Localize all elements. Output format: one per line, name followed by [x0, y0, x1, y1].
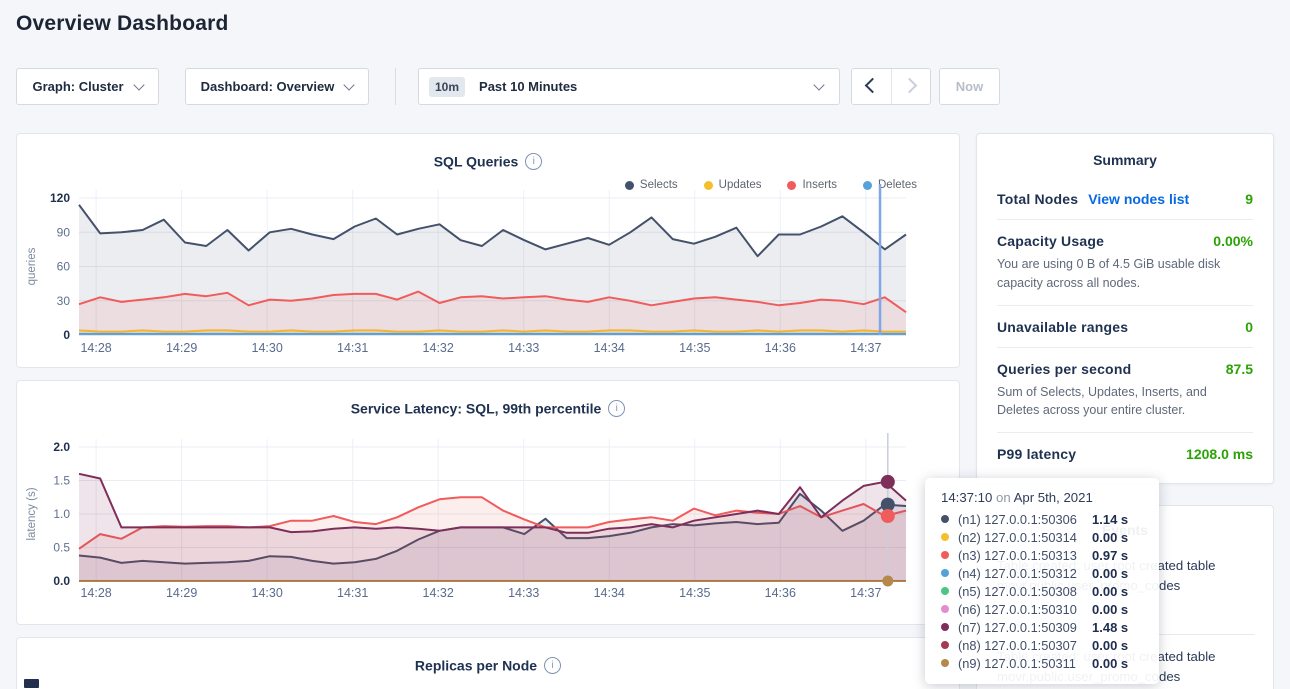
service-latency-card: Service Latency: SQL, 99th percentile 14…	[16, 380, 960, 625]
svg-text:14:33: 14:33	[508, 341, 539, 355]
svg-text:14:31: 14:31	[337, 586, 368, 600]
tooltip-row-n9: (n9) 127.0.0.1:503110.00 s	[941, 654, 1147, 672]
qps-description: Sum of Selects, Updates, Inserts, and De…	[997, 383, 1247, 421]
dashboard-dropdown-label: Dashboard: Overview	[201, 79, 335, 94]
now-button: Now	[939, 68, 1000, 105]
svg-text:1.5: 1.5	[53, 474, 70, 488]
time-window-badge: 10m	[429, 77, 465, 97]
svg-text:14:36: 14:36	[765, 586, 796, 600]
svg-text:90: 90	[57, 225, 71, 239]
svg-text:14:31: 14:31	[337, 341, 368, 355]
chart-hover-tooltip: 14:37:10 on Apr 5th, 2021 (n1) 127.0.0.1…	[925, 478, 1159, 684]
info-icon[interactable]	[608, 400, 625, 417]
svg-text:30: 30	[57, 294, 71, 308]
svg-text:14:34: 14:34	[594, 586, 625, 600]
controls-bar: Graph: Cluster Dashboard: Overview 10m P…	[0, 68, 1290, 105]
info-icon[interactable]	[525, 153, 542, 170]
svg-text:14:29: 14:29	[166, 341, 197, 355]
time-pager	[851, 68, 931, 105]
summary-row-unavailable-ranges: Unavailable ranges 0	[997, 305, 1253, 347]
summary-row-total-nodes: Total Nodes View nodes list 9	[997, 178, 1253, 219]
svg-text:14:37: 14:37	[850, 586, 881, 600]
sql-queries-card: SQL Queries Selects Updates Inserts Dele…	[16, 133, 960, 368]
svg-text:14:33: 14:33	[508, 586, 539, 600]
capacity-usage-value: 0.00%	[1213, 233, 1253, 249]
svg-text:60: 60	[57, 260, 71, 274]
time-range-dropdown[interactable]: 10m Past 10 Minutes	[418, 68, 840, 105]
tooltip-row-n1: (n1) 127.0.0.1:503061.14 s	[941, 510, 1147, 528]
svg-text:14:28: 14:28	[80, 586, 111, 600]
replicas-per-node-card: Replicas per Node	[16, 637, 960, 689]
overview-dashboard-page: Overview Dashboard Graph: Cluster Dashbo…	[0, 0, 1290, 689]
qps-value: 87.5	[1226, 361, 1253, 377]
summary-row-capacity: Capacity Usage 0.00% You are using 0 B o…	[997, 219, 1253, 305]
svg-text:0.5: 0.5	[53, 541, 70, 555]
chevron-down-icon	[344, 79, 355, 90]
svg-text:latency (s): latency (s)	[26, 487, 38, 540]
svg-text:120: 120	[50, 191, 70, 205]
dashboard-dropdown[interactable]: Dashboard: Overview	[185, 68, 369, 105]
unavailable-ranges-value: 0	[1245, 319, 1253, 335]
service-latency-title: Service Latency: SQL, 99th percentile	[17, 399, 959, 417]
tooltip-row-n3: (n3) 127.0.0.1:503130.97 s	[941, 546, 1147, 564]
time-range-label: Past 10 Minutes	[479, 79, 577, 94]
svg-text:14:30: 14:30	[252, 341, 283, 355]
chevron-down-icon	[813, 79, 824, 90]
svg-text:14:34: 14:34	[594, 341, 625, 355]
service-latency-chart[interactable]: 14:28 14:29 14:30 14:31 14:32 14:33 14:34 14:35…	[17, 419, 959, 624]
p99-latency-value: 1208.0 ms	[1186, 446, 1253, 462]
series-dot-icon	[941, 533, 949, 541]
series-dot-icon	[941, 569, 949, 577]
series-dot-icon	[941, 641, 949, 649]
summary-title: Summary	[997, 152, 1253, 168]
page-title: Overview Dashboard	[16, 12, 229, 36]
svg-text:0: 0	[63, 328, 70, 342]
series-dot-icon	[941, 605, 949, 613]
series-dot-icon	[941, 551, 949, 559]
view-nodes-list-link[interactable]: View nodes list	[1088, 191, 1189, 207]
replicas-per-node-title: Replicas per Node	[17, 656, 959, 674]
tooltip-row-n5: (n5) 127.0.0.1:503080.00 s	[941, 582, 1147, 600]
info-icon[interactable]	[544, 657, 561, 674]
tooltip-row-n4: (n4) 127.0.0.1:503120.00 s	[941, 564, 1147, 582]
tooltip-row-n8: (n8) 127.0.0.1:503070.00 s	[941, 636, 1147, 654]
svg-text:14:36: 14:36	[765, 341, 796, 355]
summary-row-qps: Queries per second 87.5 Sum of Selects, …	[997, 347, 1253, 433]
chevron-right-icon	[901, 78, 917, 94]
summary-row-p99: P99 latency 1208.0 ms	[997, 432, 1253, 474]
chevron-left-icon	[865, 78, 881, 94]
graph-dropdown[interactable]: Graph: Cluster	[16, 68, 159, 105]
series-dot-icon	[941, 623, 949, 631]
svg-text:14:35: 14:35	[679, 586, 710, 600]
summary-panel: Summary Total Nodes View nodes list 9 Ca…	[976, 133, 1274, 484]
svg-text:queries: queries	[26, 247, 38, 285]
svg-text:0.0: 0.0	[53, 574, 70, 588]
chevron-down-icon	[133, 79, 144, 90]
sql-queries-title: SQL Queries	[17, 152, 959, 170]
graph-dropdown-label: Graph: Cluster	[32, 79, 123, 94]
clipped-tick-label	[24, 679, 39, 688]
series-dot-icon	[941, 659, 949, 667]
svg-text:14:28: 14:28	[80, 341, 111, 355]
tooltip-row-n6: (n6) 127.0.0.1:503100.00 s	[941, 600, 1147, 618]
capacity-usage-description: You are using 0 B of 4.5 GiB usable disk…	[997, 255, 1247, 293]
time-forward-button	[891, 69, 931, 104]
svg-text:14:37: 14:37	[850, 341, 881, 355]
tooltip-row-n2: (n2) 127.0.0.1:503140.00 s	[941, 528, 1147, 546]
tooltip-timestamp: 14:37:10 on Apr 5th, 2021	[941, 490, 1147, 505]
svg-text:14:32: 14:32	[423, 341, 454, 355]
svg-text:14:29: 14:29	[166, 586, 197, 600]
svg-text:1.0: 1.0	[53, 507, 70, 521]
divider	[395, 68, 396, 105]
time-back-button[interactable]	[852, 69, 891, 104]
sql-queries-chart[interactable]: 14:28 14:29 14:30 14:31 14:32 14:33 14:34 14:35…	[17, 172, 959, 367]
tooltip-row-n7: (n7) 127.0.0.1:503091.48 s	[941, 618, 1147, 636]
svg-text:14:35: 14:35	[679, 341, 710, 355]
svg-text:2.0: 2.0	[53, 440, 70, 454]
series-dot-icon	[941, 587, 949, 595]
svg-text:14:32: 14:32	[423, 586, 454, 600]
total-nodes-value: 9	[1245, 191, 1253, 207]
svg-text:14:30: 14:30	[252, 586, 283, 600]
series-dot-icon	[941, 515, 949, 523]
